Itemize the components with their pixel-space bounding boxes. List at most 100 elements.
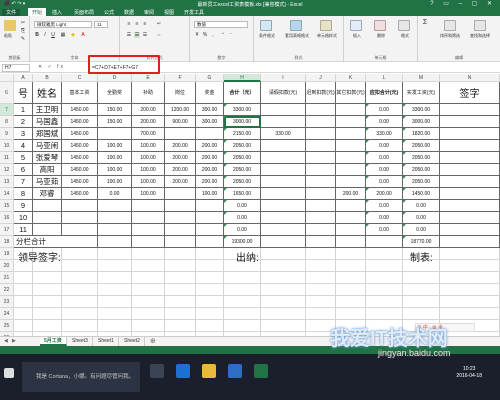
column-header-i[interactable]: I bbox=[261, 74, 306, 82]
sort-filter-button[interactable]: 排序和筛选 bbox=[436, 33, 464, 39]
cell-m13[interactable]: 2050.00 bbox=[403, 176, 440, 188]
cell-name[interactable] bbox=[33, 224, 62, 236]
cell-empty[interactable] bbox=[62, 260, 98, 272]
cell-e7[interactable]: 200.00 bbox=[132, 104, 165, 116]
cell-signature[interactable] bbox=[440, 116, 500, 128]
task-view-icon[interactable] bbox=[150, 364, 164, 378]
cell-empty[interactable] bbox=[98, 272, 132, 284]
cell-m7[interactable]: 3300.00 bbox=[403, 104, 440, 116]
conditional-format-icon[interactable] bbox=[260, 20, 272, 31]
cell-empty[interactable] bbox=[165, 260, 196, 272]
cell-k12[interactable] bbox=[336, 164, 366, 176]
header-m[interactable]: 实发工资(元) bbox=[403, 82, 440, 104]
cell-seq[interactable]: 4 bbox=[14, 140, 33, 152]
cell-seq[interactable]: 9 bbox=[14, 200, 33, 212]
cell-empty[interactable] bbox=[306, 296, 336, 308]
cell-e10[interactable]: 100.00 bbox=[132, 140, 165, 152]
cell-empty[interactable] bbox=[14, 272, 33, 284]
cell-g9[interactable] bbox=[196, 128, 224, 140]
cell-m12[interactable]: 2050.00 bbox=[403, 164, 440, 176]
fill-color-icon[interactable]: ◆ bbox=[70, 32, 76, 38]
column-header-d[interactable]: D bbox=[98, 74, 132, 82]
cell-k9[interactable] bbox=[336, 128, 366, 140]
cell-e8[interactable]: 200.00 bbox=[132, 116, 165, 128]
cell-empty[interactable] bbox=[196, 248, 224, 260]
cell-g11[interactable]: 200.00 bbox=[196, 152, 224, 164]
store-icon[interactable] bbox=[228, 364, 242, 378]
cell-l17[interactable]: 0.00 bbox=[366, 224, 403, 236]
cell-empty[interactable] bbox=[98, 260, 132, 272]
cell-f10[interactable]: 200.00 bbox=[165, 140, 196, 152]
cell-styles-button[interactable]: 单元格样式 bbox=[314, 33, 340, 39]
cell-i14[interactable] bbox=[261, 188, 306, 200]
cell-f14[interactable] bbox=[165, 188, 196, 200]
table-format-icon[interactable] bbox=[290, 20, 302, 31]
row-header-24[interactable]: 24 bbox=[0, 308, 14, 320]
cell-h10[interactable]: 2050.00 bbox=[224, 140, 261, 152]
font-name-select[interactable]: 微软雅黑 Light bbox=[34, 21, 92, 28]
cell-g16[interactable] bbox=[196, 212, 224, 224]
cell-empty[interactable] bbox=[132, 260, 165, 272]
cell-empty[interactable] bbox=[62, 272, 98, 284]
sort-filter-icon[interactable] bbox=[444, 20, 456, 31]
align-bottom-icon[interactable]: ≡ bbox=[142, 21, 148, 27]
cell-seq[interactable]: 2 bbox=[14, 116, 33, 128]
cell-f11[interactable]: 200.00 bbox=[165, 152, 196, 164]
cell-l14[interactable]: 200.00 bbox=[366, 188, 403, 200]
cell-empty[interactable] bbox=[261, 260, 306, 272]
cell-seq[interactable]: 7 bbox=[14, 176, 33, 188]
cell-f16[interactable] bbox=[165, 212, 196, 224]
cortana-search-box[interactable]: 我是 Cortana，小娜。有问题尽管问我。 bbox=[22, 362, 140, 392]
cell-name[interactable]: 马亚茹 bbox=[33, 176, 62, 188]
cell-empty[interactable] bbox=[98, 248, 132, 260]
cell-empty[interactable] bbox=[132, 272, 165, 284]
tab-view[interactable]: 视图 bbox=[164, 9, 174, 16]
cell-j15[interactable] bbox=[306, 200, 336, 212]
sheet-prev-icon[interactable]: ◀ bbox=[4, 337, 8, 346]
cell-empty[interactable] bbox=[165, 296, 196, 308]
cell-name[interactable]: 张爱琴 bbox=[33, 152, 62, 164]
sheet-tab-sheet2[interactable]: Sheet2 bbox=[120, 337, 145, 346]
cell-c16[interactable] bbox=[62, 212, 98, 224]
column-header-k[interactable]: K bbox=[336, 74, 366, 82]
cell-k11[interactable] bbox=[336, 152, 366, 164]
cell-k16[interactable] bbox=[336, 212, 366, 224]
cell-l9[interactable]: 330.00 bbox=[366, 128, 403, 140]
row-header-20[interactable]: 20 bbox=[0, 260, 14, 272]
cell-empty[interactable] bbox=[366, 308, 403, 320]
cell-e17[interactable] bbox=[132, 224, 165, 236]
cell-h9[interactable]: 2150.00 bbox=[224, 128, 261, 140]
cell-m8[interactable]: 3000.00 bbox=[403, 116, 440, 128]
delete-cells-icon[interactable] bbox=[374, 20, 386, 31]
column-header-h[interactable]: H bbox=[224, 74, 261, 82]
cell-empty[interactable] bbox=[98, 284, 132, 296]
cell-name[interactable]: 王卫明 bbox=[33, 104, 62, 116]
align-middle-icon[interactable]: ≡ bbox=[134, 21, 140, 27]
header-seq[interactable]: 号 bbox=[14, 82, 33, 104]
cell-c7[interactable]: 1450.00 bbox=[62, 104, 98, 116]
column-header-c[interactable]: C bbox=[62, 74, 98, 82]
row-header-16[interactable]: 16 bbox=[0, 212, 14, 224]
cell-seq[interactable]: 8 bbox=[14, 188, 33, 200]
column-header-b[interactable]: B bbox=[33, 74, 62, 82]
cell-j12[interactable] bbox=[306, 164, 336, 176]
cell-e9[interactable]: 700.00 bbox=[132, 128, 165, 140]
cell-h8[interactable]: 3000.00 bbox=[224, 116, 261, 128]
cell-i10[interactable] bbox=[261, 140, 306, 152]
cell-empty[interactable] bbox=[62, 320, 98, 332]
cell-d12[interactable]: 100.00 bbox=[98, 164, 132, 176]
bold-icon[interactable]: B bbox=[34, 32, 40, 38]
cell-m14[interactable]: 1450.00 bbox=[403, 188, 440, 200]
total-empty[interactable] bbox=[165, 236, 196, 248]
cell-j14[interactable] bbox=[306, 188, 336, 200]
delete-cells-button[interactable]: 删除 bbox=[372, 33, 390, 39]
row-header-18[interactable]: 18 bbox=[0, 236, 14, 248]
cell-empty[interactable] bbox=[224, 284, 261, 296]
align-top-icon[interactable]: ≡ bbox=[126, 21, 132, 27]
cell-empty[interactable] bbox=[261, 308, 306, 320]
total-empty[interactable] bbox=[306, 236, 336, 248]
cell-signature[interactable] bbox=[440, 104, 500, 116]
cell-empty[interactable] bbox=[261, 320, 306, 332]
cell-h15[interactable]: 0.00 bbox=[224, 200, 261, 212]
cell-empty[interactable] bbox=[165, 308, 196, 320]
